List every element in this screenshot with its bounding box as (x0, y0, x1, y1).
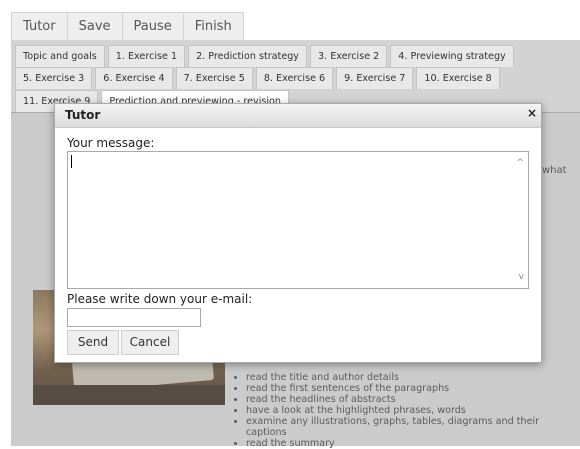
main-toolbar: Tutor Save Pause Finish (11, 12, 244, 41)
tab-exercise-3[interactable]: 5. Exercise 3 (15, 67, 93, 89)
tab-previewing-strategy[interactable]: 4. Previewing strategy (390, 45, 514, 67)
tab-exercise-7[interactable]: 9. Exercise 7 (336, 67, 414, 89)
tab-row-1: Topic and goals 1. Exercise 1 2. Predict… (15, 45, 517, 67)
tutor-button[interactable]: Tutor (12, 13, 68, 40)
tab-exercise-4[interactable]: 6. Exercise 4 (95, 67, 173, 89)
tab-topic-and-goals[interactable]: Topic and goals (15, 45, 105, 67)
tutor-dialog: Tutor × Your message: ^ v Please write d… (54, 103, 542, 363)
message-label: Your message: (67, 136, 155, 150)
text-caret (71, 155, 72, 168)
dialog-title: Tutor (65, 108, 101, 122)
tab-exercise-6[interactable]: 8. Exercise 6 (255, 67, 334, 89)
pause-button[interactable]: Pause (123, 13, 184, 40)
finish-button[interactable]: Finish (184, 13, 243, 40)
message-textarea[interactable]: ^ v (67, 151, 529, 289)
tab-exercise-2[interactable]: 3. Exercise 2 (310, 45, 388, 67)
tab-exercise-5[interactable]: 7. Exercise 5 (175, 67, 253, 89)
send-button[interactable]: Send (67, 330, 119, 355)
email-label: Please write down your e-mail: (67, 292, 253, 306)
scroll-up-icon[interactable]: ^ (516, 158, 524, 168)
tab-exercise-1[interactable]: 1. Exercise 1 (107, 45, 186, 67)
tab-row-2: 5. Exercise 3 6. Exercise 4 7. Exercise … (15, 67, 503, 89)
dialog-titlebar[interactable]: Tutor × (55, 104, 541, 128)
email-field[interactable] (67, 308, 201, 327)
close-icon[interactable]: × (527, 106, 537, 120)
save-button[interactable]: Save (68, 13, 123, 40)
cancel-button[interactable]: Cancel (121, 330, 179, 355)
scroll-down-icon[interactable]: v (519, 272, 524, 282)
tab-exercise-8[interactable]: 10. Exercise 8 (416, 67, 500, 89)
tab-prediction-strategy[interactable]: 2. Prediction strategy (188, 45, 307, 67)
